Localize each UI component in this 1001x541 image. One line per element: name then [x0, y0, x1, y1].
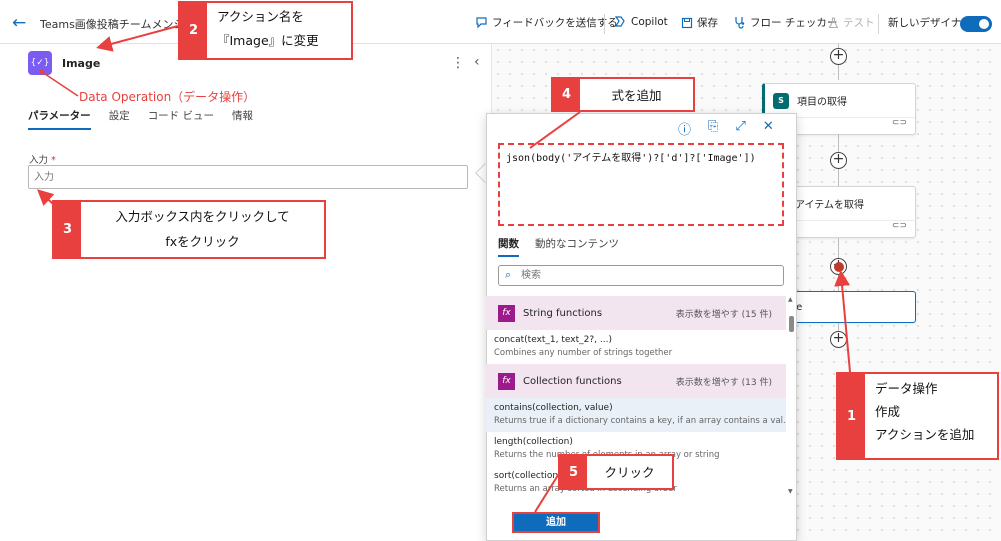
stethoscope-icon	[735, 17, 745, 29]
callout-number: 4	[553, 79, 580, 110]
insert-step-plus-icon[interactable]: +	[830, 48, 847, 65]
collapse-panel-icon[interactable]: ‹	[474, 54, 480, 70]
tab-functions[interactable]: 関数	[498, 236, 519, 257]
panel-tabs: パラメーター 設定 コード ビュー 情報	[28, 108, 253, 130]
copilot-icon	[614, 16, 625, 27]
callout-text: 作成	[875, 404, 901, 419]
show-more-link[interactable]: 表示数を増やす (13 件)	[676, 375, 772, 388]
input-field[interactable]	[28, 165, 468, 189]
tab-dynamic-content[interactable]: 動的なコンテンツ	[535, 236, 619, 257]
top-bar: ← Teams画像投稿チームメンション フィードバックを送信する Copilot…	[0, 0, 1001, 44]
callout-5: 5 クリック	[558, 454, 674, 490]
callout-text: 『Image』に変更	[217, 33, 319, 48]
tab-code-view[interactable]: コード ビュー	[148, 108, 214, 130]
flow-checker-button[interactable]: フロー チェッカー	[733, 15, 837, 30]
divider	[604, 14, 605, 34]
popup-toolbar: ⓘ ⎘ ⤢ ✕	[678, 119, 774, 138]
insert-step-plus-icon[interactable]: +	[830, 331, 847, 348]
feedback-icon	[476, 17, 487, 29]
group-name: String functions	[523, 307, 603, 319]
feedback-button[interactable]: フィードバックを送信する	[475, 15, 618, 30]
scroll-down-icon[interactable]: ▼	[788, 488, 793, 495]
function-group-header: fx Collection functions 表示数を増やす (13 件)	[486, 364, 786, 398]
annotation-dot	[834, 262, 844, 272]
callout-3: 3 入力ボックス内をクリックして fxをクリック	[52, 200, 326, 259]
clipboard-icon[interactable]: ⎘	[708, 119, 718, 138]
callout-text: クリック	[604, 465, 655, 480]
tab-settings[interactable]: 設定	[109, 108, 130, 130]
sharepoint-icon: S	[773, 92, 789, 109]
tab-info[interactable]: 情報	[232, 108, 253, 130]
expression-input[interactable]: json(body('アイテムを取得')?['d']?['Image'])	[498, 143, 784, 226]
popup-tabs: 関数 動的なコンテンツ	[498, 236, 619, 257]
flow-checker-label: フロー チェッカー	[750, 17, 838, 29]
function-name: length(collection)	[494, 437, 573, 447]
back-arrow-icon[interactable]: ←	[12, 13, 26, 33]
function-icon: fx	[498, 304, 515, 322]
insert-step-plus-icon[interactable]: +	[830, 152, 847, 169]
function-name: contains(collection, value)	[494, 403, 613, 413]
save-button[interactable]: 保存	[681, 15, 718, 30]
scroll-up-icon[interactable]: ▲	[788, 296, 793, 303]
tab-parameters[interactable]: パラメーター	[28, 108, 91, 130]
input-label: 入力 *	[29, 152, 56, 166]
divider	[878, 14, 879, 34]
callout-text: fxをクリック	[165, 234, 240, 249]
callout-text: アクションを追加	[875, 427, 975, 442]
add-button[interactable]: 追加	[512, 512, 600, 533]
function-icon: fx	[498, 372, 515, 390]
info-icon[interactable]: ⓘ	[678, 119, 691, 138]
copilot-button[interactable]: Copilot	[613, 15, 668, 28]
group-name: Collection functions	[523, 375, 622, 387]
action-name[interactable]: Image	[62, 57, 100, 70]
function-item[interactable]: concat(text_1, text_2?, ...) Combines an…	[486, 330, 786, 364]
toggle-knob	[979, 19, 989, 29]
save-icon	[681, 17, 693, 28]
save-label: 保存	[697, 17, 718, 29]
callout-4: 4 式を追加	[551, 77, 695, 112]
callout-text: アクション名を	[217, 9, 304, 24]
scroll-thumb[interactable]	[789, 316, 794, 332]
function-desc: Returns true if a dictionary contains a …	[494, 416, 786, 426]
more-options-icon[interactable]: ⋮	[451, 55, 465, 71]
close-icon[interactable]: ✕	[763, 119, 774, 138]
copilot-label: Copilot	[631, 15, 668, 28]
card-label: 項目の取得	[797, 97, 847, 108]
test-button[interactable]: テスト	[828, 15, 875, 30]
test-label: テスト	[843, 17, 875, 29]
data-operation-icon: {✓}	[28, 51, 52, 75]
flow-title: Teams画像投稿チームメンション	[40, 18, 190, 31]
flask-icon	[828, 16, 839, 28]
function-desc: Combines any number of strings together	[494, 348, 673, 358]
callout-number: 5	[560, 456, 587, 488]
search-icon: ⌕	[505, 268, 512, 281]
expand-icon[interactable]: ⤢	[735, 119, 745, 138]
callout-text: データ操作	[875, 381, 938, 396]
function-list-scrollbar[interactable]: ▲ ▼	[788, 296, 794, 496]
function-group-header: fx String functions 表示数を増やす (15 件)	[486, 296, 786, 330]
function-item[interactable]: contains(collection, value) Returns true…	[486, 398, 786, 432]
data-operation-annotation: Data Operation（データ操作）	[79, 90, 256, 104]
function-name: concat(text_1, text_2?, ...)	[494, 335, 612, 345]
card-label: アイテムを取得	[795, 200, 864, 211]
callout-2: 2 アクション名を 『Image』に変更	[178, 1, 353, 60]
callout-number: 3	[54, 202, 81, 257]
new-designer-toggle[interactable]	[960, 16, 992, 32]
callout-1: 1 データ操作 作成 アクションを追加	[836, 372, 999, 460]
callout-text: 式を追加	[611, 88, 662, 103]
callout-text: 入力ボックス内をクリックして	[115, 209, 290, 224]
callout-number: 1	[838, 374, 865, 458]
feedback-label: フィードバックを送信する	[492, 17, 618, 29]
show-more-link[interactable]: 表示数を増やす (15 件)	[676, 307, 772, 320]
function-search-input[interactable]	[498, 265, 784, 286]
callout-number: 2	[180, 3, 207, 58]
